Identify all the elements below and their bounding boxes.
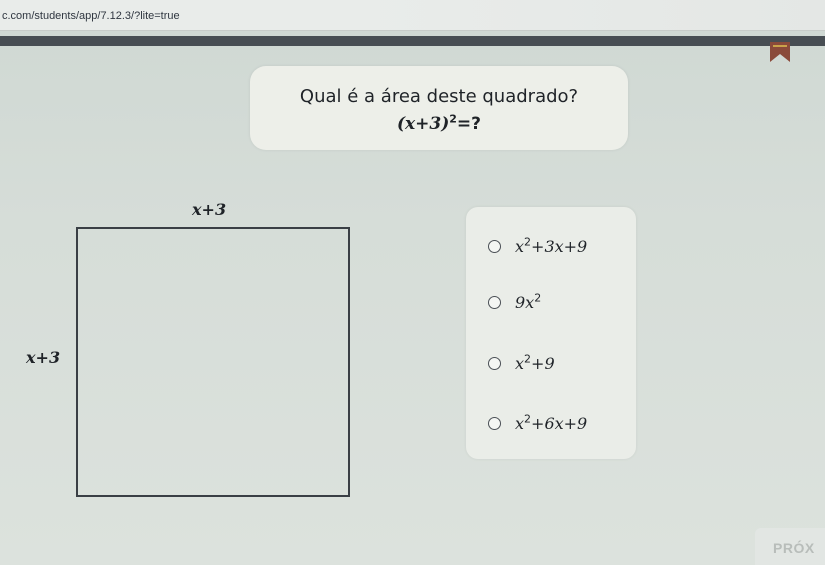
question-title: Qual é a área deste quadrado? <box>299 86 579 107</box>
question-card: Qual é a área deste quadrado? (x+3)2=? <box>250 66 628 150</box>
expr-tail: =? <box>456 114 482 134</box>
option-d[interactable]: x2+6x+9 <box>488 410 587 436</box>
option-b-label: 9x2 <box>515 291 542 312</box>
radio-circle-icon[interactable] <box>488 356 501 370</box>
option-d-label: x2+6x+9 <box>515 412 588 433</box>
option-a-label: x2+3x+9 <box>515 235 588 256</box>
next-button-label: PRÓX <box>773 540 815 556</box>
expr-base: (x+3) <box>396 114 450 134</box>
app-header-strip <box>0 36 825 46</box>
browser-address-bar[interactable]: c.com/students/app/7.12.3/?lite=true <box>0 0 825 31</box>
side-label-left: x+3 <box>26 348 61 367</box>
radio-circle-icon[interactable] <box>488 239 501 253</box>
url-text[interactable]: c.com/students/app/7.12.3/?lite=true <box>2 10 180 22</box>
next-button[interactable]: PRÓX <box>755 528 825 565</box>
question-expression: (x+3)2=? <box>250 112 628 134</box>
side-label-top: x+3 <box>192 200 227 219</box>
answer-options-panel: x2+3x+9 9x2 x2+9 x2+6x+9 <box>466 207 636 459</box>
square-figure <box>76 227 350 497</box>
bookmark-icon[interactable] <box>768 42 792 64</box>
option-b[interactable]: 9x2 <box>488 289 541 315</box>
option-c[interactable]: x2+9 <box>488 350 555 376</box>
radio-circle-icon[interactable] <box>488 416 501 430</box>
expr-exponent: 2 <box>449 112 457 126</box>
option-a[interactable]: x2+3x+9 <box>488 233 587 259</box>
option-c-label: x2+9 <box>515 352 555 373</box>
radio-circle-icon[interactable] <box>488 295 501 309</box>
address-bar-fade <box>355 0 825 30</box>
